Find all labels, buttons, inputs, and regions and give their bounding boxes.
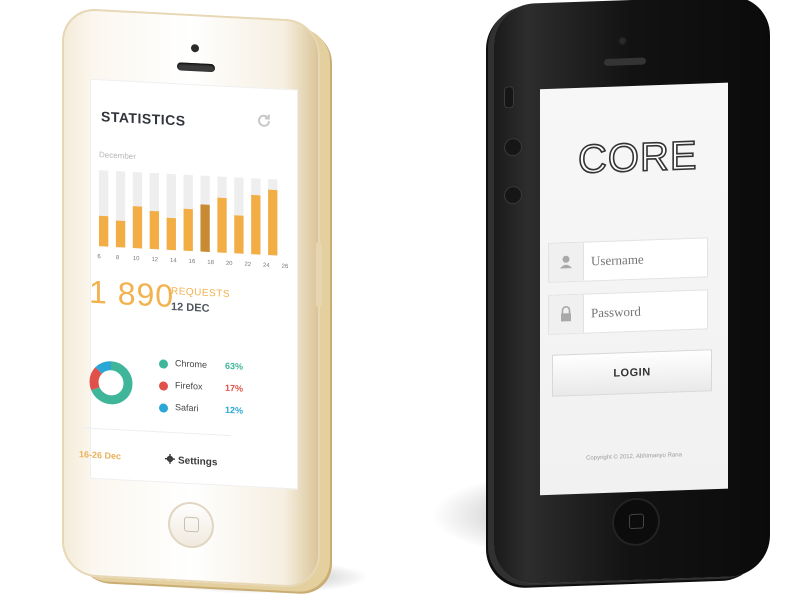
legend-percent: 63% [225,360,244,372]
bar [183,208,193,252]
x-tick-label: 12 [151,257,158,263]
statistics-screen: STATISTICS December 6 8 10 12 14 16 18 20 22 24 26… [79,78,299,490]
legend-dot-safari [159,403,168,413]
gear-icon [165,453,175,464]
requests-date: 12 DEC [171,300,210,315]
home-square-icon [629,513,644,530]
gold-phone: STATISTICS December 6 8 10 12 14 16 18 20 22 24 26… [62,7,322,589]
month-label: December [99,150,136,162]
footer-divider [81,427,231,437]
settings-label: Settings [178,455,218,469]
login-screen: CORE LOGIN Copyright © 2012, Abhimanyu R… [540,82,728,496]
mute-switch[interactable] [504,86,514,109]
requests-bar-chart: 6 8 10 12 14 16 18 20 22 24 26 [97,170,289,270]
bar [217,197,227,253]
bar [149,210,160,250]
home-button[interactable] [612,497,660,547]
x-tick-label: 6 [97,254,101,260]
bar [268,189,278,256]
requests-label: REQUESTS [171,285,231,301]
legend-name: Firefox [175,380,203,392]
home-button[interactable] [168,500,214,550]
lock-icon-box [549,294,584,334]
password-input[interactable] [589,300,703,323]
x-tick-label: 14 [170,258,177,264]
browser-legend: Chrome 63% Firefox 17% Safari 12% [159,355,299,428]
bar [166,217,176,251]
user-icon [560,255,572,269]
volume-up-button[interactable] [504,137,522,157]
bar [115,220,126,248]
front-camera [618,36,627,46]
username-field[interactable] [548,237,708,283]
volume-down-button[interactable] [504,185,522,205]
x-tick-label: 10 [133,256,140,262]
browser-donut-chart [89,361,133,405]
legend-name: Chrome [175,358,208,370]
legend-percent: 12% [225,404,244,416]
side-button[interactable] [316,242,322,307]
login-button[interactable]: LOGIN [552,349,712,397]
bar [132,206,143,249]
settings-button[interactable]: Settings [165,453,218,469]
legend-percent: 17% [225,382,244,394]
date-range-link[interactable]: 16-26 Dec [79,449,121,461]
user-icon-box [549,242,584,282]
x-tick-label: 20 [226,261,233,267]
legend-name: Safari [175,402,199,414]
password-field[interactable] [548,289,708,335]
page-title: STATISTICS [101,108,186,129]
core-logo: CORE [577,133,698,183]
lock-icon [561,306,571,322]
bar [234,215,244,254]
x-tick-label: 26 [282,264,289,270]
x-tick-label: 24 [263,263,270,269]
earpiece-speaker [177,62,215,73]
bar [99,215,109,247]
x-tick-label: 18 [207,260,214,266]
home-square-icon [184,516,199,533]
legend-dot-chrome [159,359,168,369]
legend-dot-firefox [159,381,168,391]
x-tick-label: 22 [244,262,251,268]
refresh-icon[interactable] [256,112,272,129]
requests-count: 1 890 [89,273,175,315]
front-camera [191,44,199,53]
x-tick-label: 8 [116,255,120,261]
bar [251,194,261,255]
earpiece-speaker [604,57,646,66]
bar [200,204,210,252]
black-phone: CORE LOGIN Copyright © 2012, Abhimanyu R… [494,0,770,585]
x-tick-label: 16 [189,259,196,265]
copyright-text: Copyright © 2012, Abhimanyu Rana [586,452,682,462]
username-input[interactable] [589,248,703,271]
